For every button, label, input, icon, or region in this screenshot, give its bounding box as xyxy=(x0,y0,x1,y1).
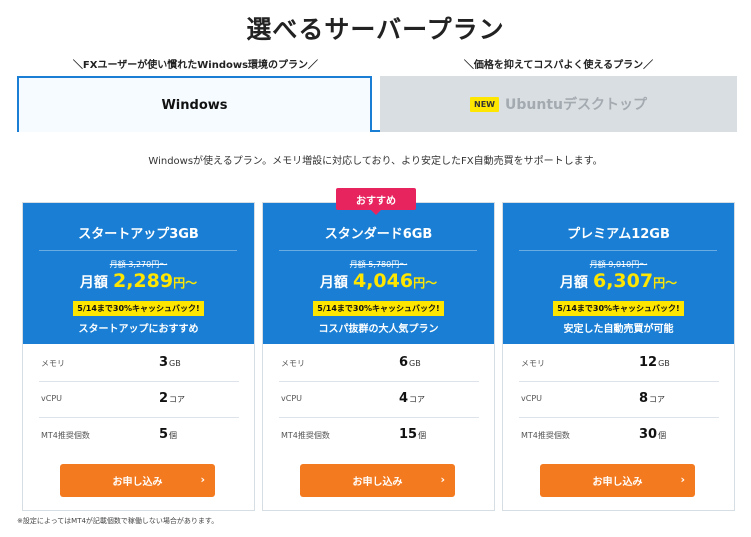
plan-tagline: コスパ抜群の大人気プラン xyxy=(318,324,439,335)
plan-card-standard: スタンダード6GB 月額 5,780円〜 月額 4,046円〜 5/14まで30… xyxy=(262,202,495,511)
cashback-banner: 5/14まで30%キャッシュバック! xyxy=(503,296,734,316)
original-price: 月額 9,010円〜 xyxy=(589,260,648,269)
cashback-banner: 5/14まで30%キャッシュバック! xyxy=(23,296,254,316)
plan-header: スタンダード6GB 月額 5,780円〜 月額 4,046円〜 5/14まで30… xyxy=(263,203,494,344)
spec-mt4: MT4推奨個数 30個 xyxy=(521,427,667,442)
plan-name: スタートアップ3GB xyxy=(78,227,199,242)
chevron-right-icon: › xyxy=(200,473,205,486)
spec-mt4: MT4推奨個数 15個 xyxy=(281,427,427,442)
spec-memory: メモリ 12GB xyxy=(519,346,719,382)
plan-name: スタンダード6GB xyxy=(324,227,433,242)
recommend-badge: おすすめ xyxy=(336,188,416,215)
plan-tagline: 安定した自動売買が可能 xyxy=(563,324,674,335)
spec-mt4: MT4推奨個数 5個 xyxy=(41,427,178,442)
original-price: 月額 5,780円〜 xyxy=(349,260,408,269)
spec-vcpu: vCPU 8コア xyxy=(519,382,719,418)
spec-memory: メモリ 3GB xyxy=(39,346,239,382)
original-price: 月額 3,270円〜 xyxy=(109,260,168,269)
tab-ubuntu-label: Ubuntuデスクトップ xyxy=(505,97,647,113)
price: 月額 4,046円〜 xyxy=(319,270,438,292)
os-tabs: Windows NEW Ubuntuデスクトップ xyxy=(17,76,737,132)
chevron-right-icon: › xyxy=(680,473,685,486)
tab-windows[interactable]: Windows xyxy=(17,76,372,132)
spec-memory: メモリ 6GB xyxy=(279,346,479,382)
plan-card-premium: プレミアム12GB 月額 9,010円〜 月額 6,307円〜 5/14まで30… xyxy=(502,202,735,511)
spec-vcpu: vCPU 2コア xyxy=(39,382,239,418)
spec-vcpu: vCPU 4コア xyxy=(279,382,479,418)
apply-button[interactable]: お申し込み › xyxy=(540,464,695,497)
plan-header: スタートアップ3GB 月額 3,270円〜 月額 2,289円〜 5/14まで3… xyxy=(23,203,254,344)
plan-name: プレミアム12GB xyxy=(567,227,670,242)
price: 月額 2,289円〜 xyxy=(79,270,198,292)
plan-divider xyxy=(519,250,717,251)
plan-description: Windowsが使えるプラン。メモリ増設に対応しており、より安定したFX自動売買… xyxy=(148,156,603,167)
ubuntu-subtitle: ＼価格を抑えてコスパよく使えるプラン／ xyxy=(463,60,654,71)
plan-header: プレミアム12GB 月額 9,010円〜 月額 6,307円〜 5/14まで30… xyxy=(503,203,734,344)
tab-windows-label: Windows xyxy=(161,97,228,113)
plan-divider xyxy=(279,250,477,251)
page-title: 選べるサーバープラン xyxy=(246,15,505,44)
new-badge: NEW xyxy=(470,96,499,112)
footnote: ※設定によってはMT4が記載個数で稼働しない場合があります。 xyxy=(17,517,219,525)
windows-subtitle: ＼FXユーザーが使い慣れたWindows環境のプラン／ xyxy=(72,60,319,71)
tab-ubuntu[interactable]: NEW Ubuntuデスクトップ xyxy=(380,76,737,132)
plan-card-startup: スタートアップ3GB 月額 3,270円〜 月額 2,289円〜 5/14まで3… xyxy=(22,202,255,511)
apply-button[interactable]: お申し込み › xyxy=(60,464,215,497)
cashback-banner: 5/14まで30%キャッシュバック! xyxy=(263,296,494,316)
plan-divider xyxy=(39,250,237,251)
chevron-right-icon: › xyxy=(440,473,445,486)
price: 月額 6,307円〜 xyxy=(559,270,678,292)
apply-button[interactable]: お申し込み › xyxy=(300,464,455,497)
plan-tagline: スタートアップにおすすめ xyxy=(78,324,199,335)
